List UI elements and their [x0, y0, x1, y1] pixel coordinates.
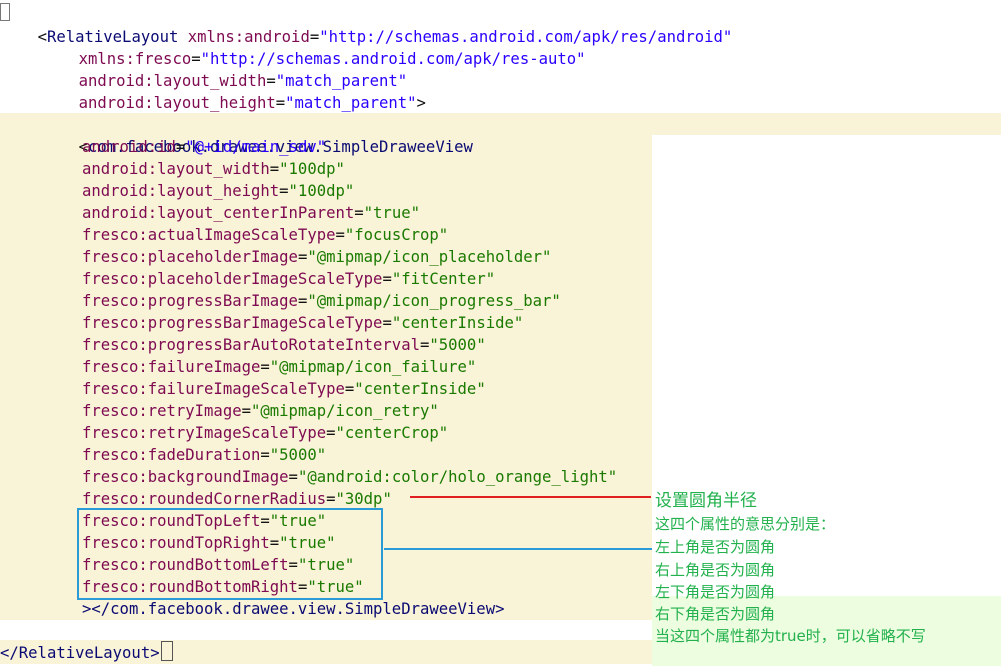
code-attr-line: android:id="@+id/main_sdv"	[82, 138, 327, 156]
attr-value: "centerInside"	[391, 314, 524, 332]
code-closing-tag: ></com.facebook.drawee.view.SimpleDrawee…	[0, 598, 504, 620]
attr-name: fresco:placeholderImageScaleType	[82, 270, 383, 288]
annotation-line: 右上角是否为圆角	[655, 561, 776, 579]
code-attr-line: fresco:retryImage="@mipmap/icon_retry"	[82, 402, 439, 420]
attr-name: fresco:retryImageScaleType	[82, 424, 327, 442]
attr-value: "centerInside"	[354, 380, 486, 398]
code-attr-line: android:layout_height="100dp"	[82, 182, 355, 200]
code-attr-line: fresco:backgroundImage="@android:color/h…	[82, 468, 618, 486]
tag-name: </RelativeLayout>	[0, 644, 160, 662]
code-attr-line: fresco:failureImageScaleType="centerInsi…	[82, 380, 486, 398]
attr-value: "match_parent"	[285, 94, 417, 112]
attr-value: "@mipmap/icon_retry"	[251, 402, 439, 420]
attr-name: fresco:backgroundImage	[82, 468, 289, 486]
code-attr-line: android:layout_width="100dp"	[82, 160, 345, 178]
attr-value: "5000"	[429, 336, 486, 354]
code-attr-line: android:layout_centerInParent="true"	[82, 204, 420, 222]
red-pointer-line	[410, 496, 651, 498]
attr-value: "5000"	[269, 446, 327, 464]
annotation-title: 设置圆角半径	[655, 491, 757, 511]
code-attr-line: fresco:failureImage="@mipmap/icon_failur…	[82, 358, 477, 376]
attr-name: android:layout_centerInParent	[82, 204, 355, 222]
punct: =	[275, 94, 286, 112]
attr-value: "@+id/main_sdv"	[185, 138, 327, 156]
code-attr-line: fresco:progressBarImage="@mipmap/icon_pr…	[82, 292, 561, 310]
attr-name: fresco:fadeDuration	[82, 446, 261, 464]
punct: >	[416, 94, 426, 112]
blue-highlight-box	[77, 508, 383, 600]
annotation-line: 这四个属性的意思分别是：	[655, 515, 836, 533]
attr-name: fresco:placeholderImage	[82, 248, 298, 266]
code-attr-line: fresco:placeholderImage="@mipmap/icon_pl…	[82, 248, 552, 266]
code-attr-line: fresco:placeholderImageScaleType="fitCen…	[82, 270, 496, 288]
attr-value: "100dp"	[279, 160, 345, 178]
attr-name: android:layout_width	[82, 160, 270, 178]
attr-name: fresco:actualImageScaleType	[82, 226, 336, 244]
code-line-1: <RelativeLayout xmlns:android="http://sc…	[0, 4, 733, 46]
attr-value: "focusCrop"	[344, 226, 449, 244]
code-attr-line: fresco:fadeDuration="5000"	[82, 446, 327, 464]
attr-name: fresco:roundedCornerRadius	[82, 490, 327, 508]
attr-name: android:layout_height	[78, 94, 276, 112]
code-line-3: android:layout_width="match_parent"	[0, 48, 408, 90]
attr-name: fresco:progressBarImageScaleType	[82, 314, 383, 332]
code-attr-line: fresco:actualImageScaleType="focusCrop"	[82, 226, 449, 244]
code-line-6: <com.facebook.drawee.view.SimpleDraweeVi…	[0, 114, 473, 156]
code-attr-line: fresco:retryImageScaleType="centerCrop"	[82, 424, 449, 442]
attr-name: fresco:failureImageScaleType	[82, 380, 345, 398]
attr-value: "@android:color/holo_orange_light"	[297, 468, 618, 486]
code-attr-line: fresco:roundedCornerRadius="30dp"	[82, 490, 392, 508]
attr-value: "100dp"	[288, 182, 355, 200]
code-attr-line: fresco:progressBarImageScaleType="center…	[82, 314, 524, 332]
attr-name: android:layout_height	[82, 182, 280, 200]
code-line-4: android:layout_height="match_parent">	[0, 70, 426, 112]
attr-value: "@mipmap/icon_failure"	[269, 358, 477, 376]
text-cursor	[161, 641, 173, 661]
code-line-2: xmlns:fresco="http://schemas.android.com…	[0, 26, 586, 68]
code-attr-line: fresco:progressBarAutoRotateInterval="50…	[82, 336, 486, 354]
attr-value: "true"	[363, 204, 420, 222]
attr-name: fresco:progressBarAutoRotateInterval	[82, 336, 420, 354]
attr-name: android:id	[82, 138, 176, 156]
attr-value: "@mipmap/icon_progress_bar"	[307, 292, 561, 310]
annotation-line: 当这四个属性都为true时，可以省略不写	[655, 627, 926, 645]
attr-value: "fitCenter"	[391, 270, 496, 288]
attr-name: fresco:failureImage	[82, 358, 261, 376]
tag-name: ></com.facebook.drawee.view.SimpleDrawee…	[82, 600, 505, 618]
code-end-tag: </RelativeLayout>	[0, 642, 160, 664]
attr-value: "centerCrop"	[335, 424, 449, 442]
annotation-line: 右下角是否为圆角	[655, 605, 776, 623]
blue-pointer-line	[384, 548, 652, 550]
attr-value: "30dp"	[335, 490, 392, 508]
attr-value: "@mipmap/icon_placeholder"	[307, 248, 552, 266]
attr-name: fresco:retryImage	[82, 402, 242, 420]
attr-name: fresco:progressBarImage	[82, 292, 298, 310]
annotation-line: 左上角是否为圆角	[655, 538, 776, 556]
annotation-line: 左下角是否为圆角	[655, 583, 776, 601]
